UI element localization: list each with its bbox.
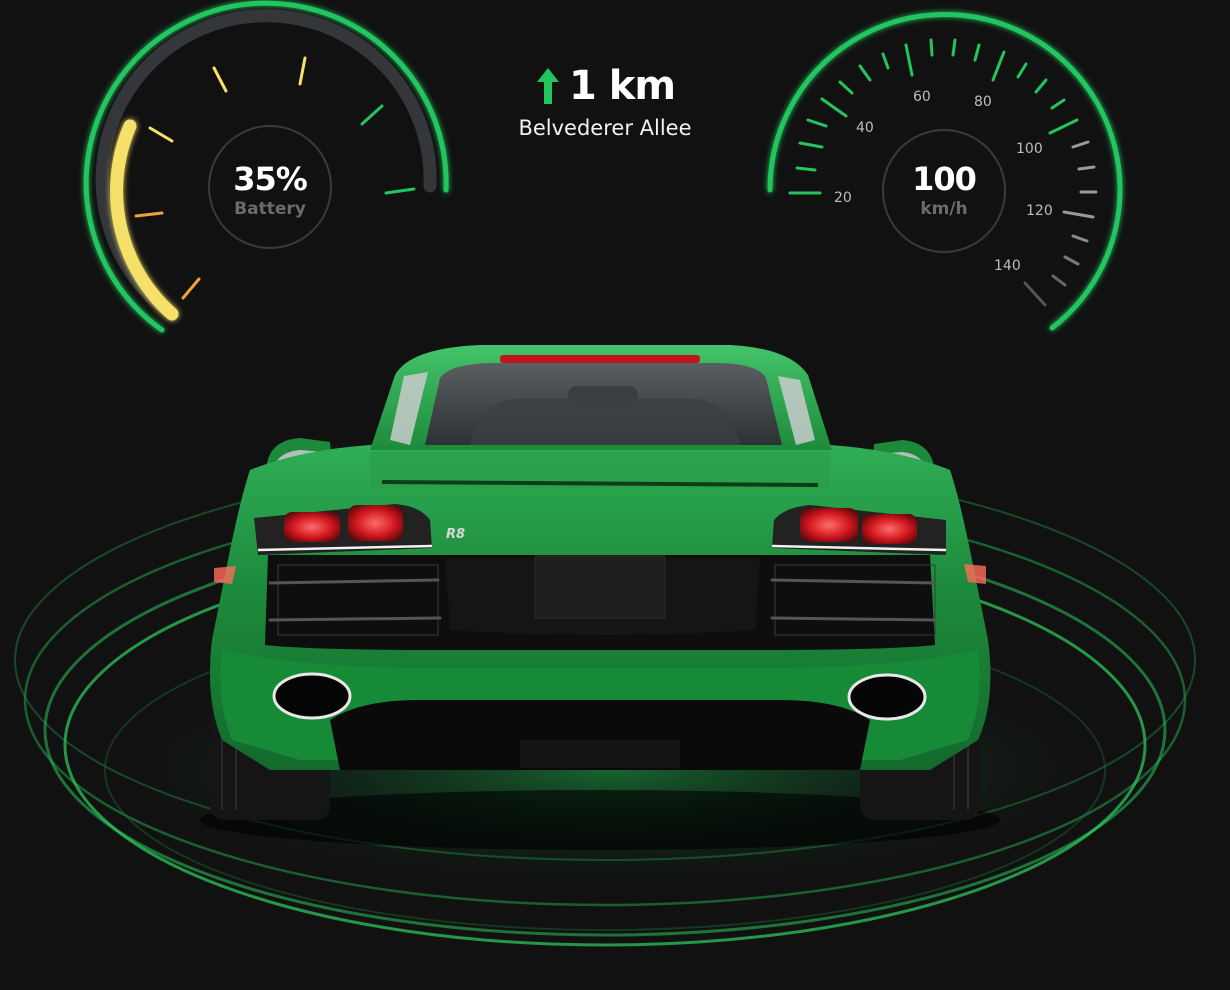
- car-badge: R8: [446, 527, 465, 542]
- speed-scale-label: 120: [1026, 203, 1053, 219]
- battery-label: Battery: [234, 199, 306, 219]
- speed-unit: km/h: [920, 199, 968, 219]
- battery-readout: 35% Battery: [209, 133, 331, 241]
- speed-scale-label: 80: [974, 94, 992, 110]
- speed-scale-label: 60: [913, 89, 931, 105]
- navigation-distance: 1 km: [568, 63, 676, 109]
- dashboard-canvas: 20 40 60 80 100 120 140 R8: [14, 0, 1196, 947]
- speed-scale-label: 40: [856, 120, 874, 136]
- arrow-up-icon: [536, 68, 559, 104]
- speed-scale-label: 140: [994, 258, 1021, 274]
- speed-scale-label: 20: [834, 190, 852, 206]
- navigation-street: Belvederer Allee: [518, 116, 692, 140]
- speed-readout: 100 km/h: [882, 133, 1006, 243]
- speed-value: 100: [912, 160, 977, 198]
- navigation-instruction: 1 km Belvederer Allee: [470, 66, 740, 140]
- speed-scale-label: 100: [1016, 141, 1043, 157]
- battery-value: 35%: [233, 160, 308, 198]
